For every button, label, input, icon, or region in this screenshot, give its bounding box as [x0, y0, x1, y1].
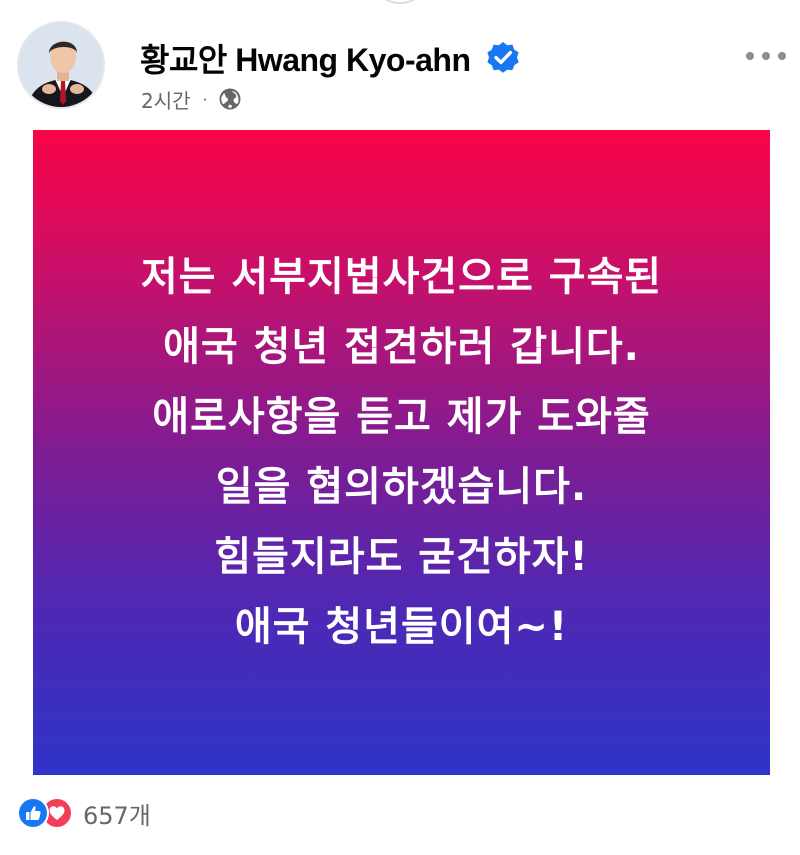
more-dot: [778, 52, 786, 60]
avatar[interactable]: [17, 21, 105, 109]
post-text-line: 애국 청년 접견하러 갑니다.: [163, 324, 640, 370]
post-text-card[interactable]: 저는 서부지법사건으로 구속된 애국 청년 접견하러 갑니다. 애로사항을 듣고…: [33, 130, 770, 775]
facebook-post: 황교안 Hwang Kyo-ahn 2시간 · 저는 서부지법사건으로 구속된 …: [0, 0, 800, 855]
post-text-line: 힘들지라도 굳건하자!: [214, 534, 589, 580]
author-name[interactable]: 황교안 Hwang Kyo-ahn: [140, 35, 471, 81]
verified-badge-icon: [485, 40, 521, 76]
more-dot: [762, 52, 770, 60]
post-meta: 2시간 ·: [141, 85, 242, 114]
post-text-line: 애국 청년들이여~!: [234, 604, 569, 650]
post-text-line: 일을 협의하겠습니다.: [215, 464, 588, 510]
avatar-image: [19, 23, 103, 107]
post-text: 저는 서부지법사건으로 구속된 애국 청년 접견하러 갑니다. 애로사항을 듣고…: [33, 242, 770, 662]
post-text-line: 저는 서부지법사건으로 구속된: [140, 254, 663, 300]
post-header: 황교안 Hwang Kyo-ahn 2시간 ·: [0, 0, 800, 130]
more-dot: [746, 52, 754, 60]
globe-icon: [218, 87, 242, 111]
meta-separator: ·: [202, 89, 208, 109]
post-timestamp[interactable]: 2시간: [141, 85, 191, 114]
more-options-icon[interactable]: [746, 44, 786, 68]
author-row: 황교안 Hwang Kyo-ahn: [140, 34, 521, 82]
post-text-line: 애로사항을 듣고 제가 도와줄: [152, 394, 651, 440]
reactions-summary[interactable]: 657개: [17, 796, 151, 830]
like-icon: [17, 797, 49, 829]
reaction-count[interactable]: 657개: [83, 796, 151, 831]
